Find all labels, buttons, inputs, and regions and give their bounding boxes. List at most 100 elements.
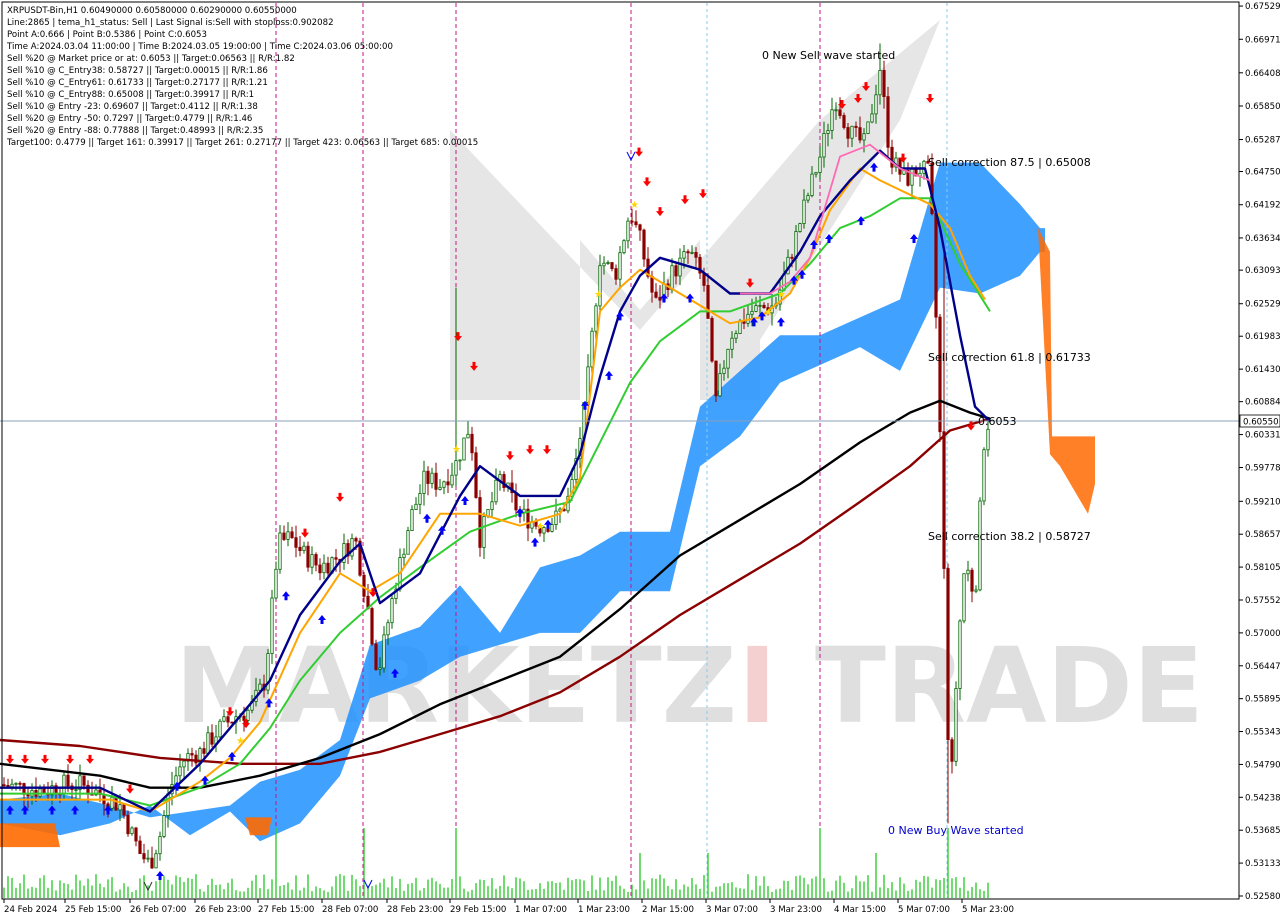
- y-tick-label: 0.64750: [1245, 167, 1280, 177]
- y-tick-label: 0.56447: [1245, 662, 1280, 672]
- candle-body: [714, 360, 718, 397]
- candle-body: [438, 486, 442, 490]
- candle-body: [422, 470, 426, 494]
- candle-body: [350, 538, 354, 557]
- candle-body: [138, 840, 142, 855]
- candle-body: [74, 789, 78, 791]
- x-tick-label: 28 Feb 07:00: [322, 905, 378, 915]
- y-tick-label: 0.63093: [1245, 266, 1280, 276]
- candle-body: [622, 240, 626, 254]
- candle-body: [626, 220, 630, 242]
- y-tick-label: 0.63634: [1245, 234, 1280, 244]
- candle-body: [706, 284, 710, 319]
- x-tick-label: 25 Feb 15:00: [65, 905, 121, 915]
- y-tick-label: 0.55343: [1245, 728, 1280, 738]
- price-chart[interactable]: MARKETZ I TRADE ★★★★★★★ 0 New Sell wave …: [0, 0, 1280, 920]
- candle-body: [634, 221, 638, 226]
- candle-body: [362, 574, 366, 597]
- x-tick-label: 28 Feb 23:00: [387, 905, 443, 915]
- y-tick-label: 0.57000: [1245, 629, 1280, 639]
- candle-body: [494, 479, 498, 503]
- signal-star-icon: ★: [777, 290, 786, 301]
- candle-body: [162, 815, 166, 837]
- candle-body: [838, 109, 842, 116]
- candle-body: [882, 70, 886, 98]
- candle-body: [158, 836, 162, 855]
- info-line: Sell %10 @ Entry -23: 0.69607 || Target:…: [7, 102, 258, 112]
- candle-body: [166, 793, 170, 816]
- candle-body: [594, 305, 598, 332]
- y-tick-label: 0.62529: [1245, 300, 1280, 310]
- candle-body: [950, 739, 954, 762]
- candle-body: [294, 537, 298, 548]
- signal-star-icon: ★: [594, 290, 603, 301]
- candle-body: [854, 125, 858, 128]
- x-tick-label: 1 Mar 23:00: [578, 905, 630, 915]
- current-price-label: 0.60550: [1243, 418, 1279, 428]
- x-tick-label: 29 Feb 15:00: [450, 905, 506, 915]
- x-tick-label: 5 Mar 07:00: [898, 905, 950, 915]
- candle-body: [758, 304, 762, 307]
- candle-body: [218, 720, 222, 738]
- candle-body: [482, 516, 486, 548]
- info-line: Sell %10 @ C_Entry61: 0.61733 || Target:…: [7, 78, 268, 88]
- candle-body: [834, 109, 838, 112]
- candle-body: [246, 709, 250, 721]
- candle-body: [886, 96, 890, 148]
- candle-body: [966, 569, 970, 575]
- candle-body: [154, 853, 158, 869]
- y-tick-label: 0.58657: [1245, 530, 1280, 540]
- x-tick-label: 4 Mar 15:00: [834, 905, 886, 915]
- candle-body: [842, 115, 846, 128]
- candle-body: [66, 774, 70, 787]
- candle-body: [410, 509, 414, 532]
- candle-body: [382, 634, 386, 669]
- candle-body: [2, 784, 6, 787]
- candle-body: [402, 553, 406, 559]
- y-tick-label: 0.52580: [1245, 892, 1280, 902]
- candle-body: [642, 229, 646, 260]
- signal-star-icon: ★: [452, 444, 461, 455]
- candle-body: [62, 774, 66, 795]
- candle-body: [850, 125, 854, 139]
- candle-body: [614, 268, 618, 280]
- candle-body: [478, 497, 482, 548]
- candle-body: [458, 459, 462, 462]
- candle-body: [978, 500, 982, 591]
- candle-body: [178, 766, 182, 777]
- candle-body: [310, 554, 314, 568]
- x-tick-label: 1 Mar 07:00: [515, 905, 567, 915]
- candle-body: [210, 732, 214, 745]
- y-tick-label: 0.58105: [1245, 563, 1280, 573]
- candle-body: [738, 320, 742, 334]
- signal-star-icon: ★: [764, 307, 773, 318]
- candle-body: [654, 291, 658, 298]
- candle-body: [982, 449, 986, 502]
- candle-body: [490, 501, 494, 510]
- candle-body: [822, 132, 826, 158]
- candle-body: [866, 121, 870, 135]
- candle-body: [10, 783, 14, 788]
- x-tick-label: 3 Mar 07:00: [706, 905, 758, 915]
- candle-body: [718, 373, 722, 397]
- candle-body: [606, 262, 610, 264]
- y-tick-label: 0.57552: [1245, 596, 1280, 606]
- correction-875-annotation: Sell correction 87.5 | 0.65008: [928, 156, 1091, 169]
- candle-body: [202, 748, 206, 754]
- candle-body: [514, 492, 518, 511]
- candle-body: [958, 620, 962, 689]
- candle-body: [674, 265, 678, 277]
- sell-wave-annotation: 0 New Sell wave started: [762, 49, 895, 62]
- candle-body: [826, 130, 830, 134]
- candle-body: [334, 557, 338, 560]
- buy-wave-annotation: 0 New Buy Wave started: [888, 824, 1024, 837]
- candle-body: [726, 348, 730, 369]
- cloud-bear: [0, 823, 60, 848]
- candle-body: [550, 524, 554, 532]
- x-tick-label: 27 Feb 15:00: [258, 905, 314, 915]
- candle-body: [426, 470, 430, 484]
- info-line: Sell %20 @ Entry -50: 0.7297 || Target:0…: [7, 114, 252, 124]
- correction-618-annotation: Sell correction 61.8 | 0.61733: [928, 351, 1091, 364]
- candle-body: [846, 127, 850, 139]
- signal-star-icon: ★: [236, 736, 245, 747]
